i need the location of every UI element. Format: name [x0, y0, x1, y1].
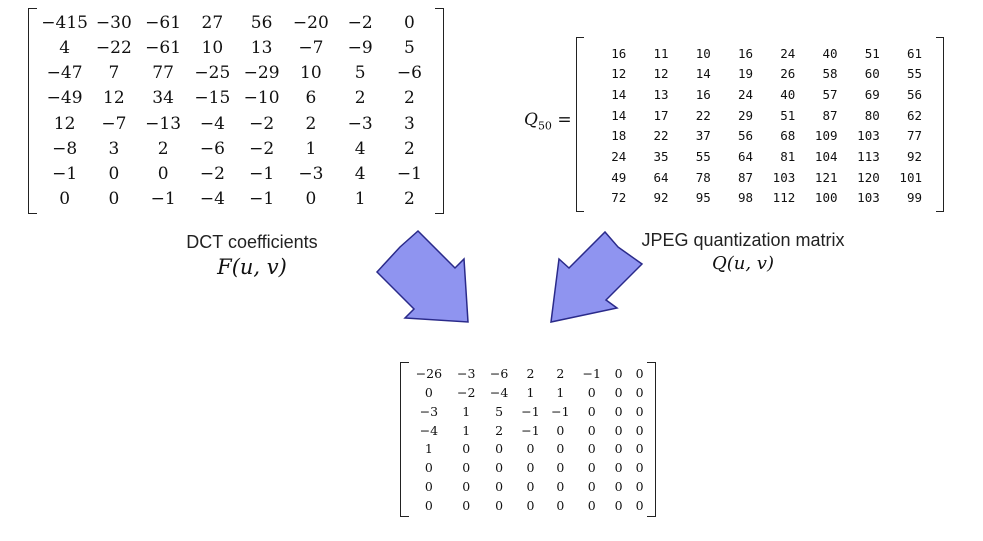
matrix-cell: 0	[462, 460, 471, 476]
matrix-cell: 1	[526, 384, 535, 400]
matrix-cell: −4	[419, 422, 439, 438]
matrix-cell: 1	[462, 422, 471, 438]
matrix-cell: 0	[614, 384, 623, 400]
matrix-cell: 0	[587, 403, 596, 419]
matrix-cell: −3	[457, 365, 476, 381]
right-bracket	[647, 362, 656, 517]
matrix-cell: −4	[489, 384, 509, 400]
matrix-cell: 1	[462, 403, 471, 419]
matrix-cell: 0	[424, 384, 433, 400]
matrix-cell: 0	[556, 422, 565, 438]
matrix-cell: 2	[526, 365, 535, 381]
matrix-cell: 0	[526, 441, 535, 457]
matrix-cell: −6	[489, 365, 509, 381]
arrow-left-icon	[375, 229, 469, 323]
matrix-cell: 0	[614, 403, 623, 419]
matrix-cell: 0	[556, 498, 565, 514]
matrix-cell: 0	[614, 479, 623, 495]
arrow-right-icon	[550, 230, 644, 323]
matrix-cell: 0	[495, 460, 504, 476]
matrix-cell: 1	[424, 441, 433, 457]
matrix-cell: 0	[587, 422, 596, 438]
matrix-cell: 2	[495, 422, 504, 438]
matrix-cell: 0	[495, 498, 504, 514]
matrix-cell: −2	[457, 384, 476, 400]
matrix-cell: −1	[551, 403, 570, 419]
matrix-cell: 0	[614, 441, 623, 457]
matrix-cell: 0	[526, 498, 535, 514]
matrix-cell: 0	[556, 479, 565, 495]
matrix-cell: 0	[587, 441, 596, 457]
matrix-cell: 0	[462, 441, 471, 457]
matrix-cell: −26	[415, 365, 443, 381]
matrix-cell: 0	[556, 441, 565, 457]
matrix-cell: −3	[419, 403, 439, 419]
matrix-cell: 5	[495, 403, 504, 419]
matrix-cell: 0	[424, 460, 433, 476]
matrix-cell: 0	[614, 365, 623, 381]
matrix-cell: 0	[424, 498, 433, 514]
matrix-cell: 0	[587, 498, 596, 514]
matrix-cell: −1	[521, 422, 540, 438]
quantized-result-matrix: −26 −3 −6 2 2 −1 0 0 0 −2 −4 1 1 0 0 0 −3 1 5 −1 −1 0 0 0 −4 1 2 −1…	[400, 362, 656, 517]
matrix-cell: −1	[521, 403, 540, 419]
matrix-cell: 0	[462, 479, 471, 495]
matrix-cell: 0	[614, 498, 623, 514]
matrix-grid: −26 −3 −6 2 2 −1 0 0 0 −2 −4 1 1 0 0 0 −3 1 5 −1 −1 0 0 0 −4 1 2 −1…	[400, 362, 656, 517]
matrix-cell: 0	[526, 460, 535, 476]
matrix-cell: 1	[556, 384, 565, 400]
matrix-cell: 2	[556, 365, 565, 381]
matrix-cell: 0	[495, 441, 504, 457]
matrix-cell: 0	[424, 479, 433, 495]
matrix-cell: 0	[587, 384, 596, 400]
matrix-cell: 0	[462, 498, 471, 514]
matrix-cell: 0	[556, 460, 565, 476]
matrix-cell: 0	[526, 479, 535, 495]
matrix-cell: −1	[582, 365, 601, 381]
matrix-cell: 0	[495, 479, 504, 495]
matrix-cell: 0	[587, 479, 596, 495]
matrix-cell: 0	[614, 422, 623, 438]
matrix-cell: 0	[614, 460, 623, 476]
matrix-cell: 0	[587, 460, 596, 476]
